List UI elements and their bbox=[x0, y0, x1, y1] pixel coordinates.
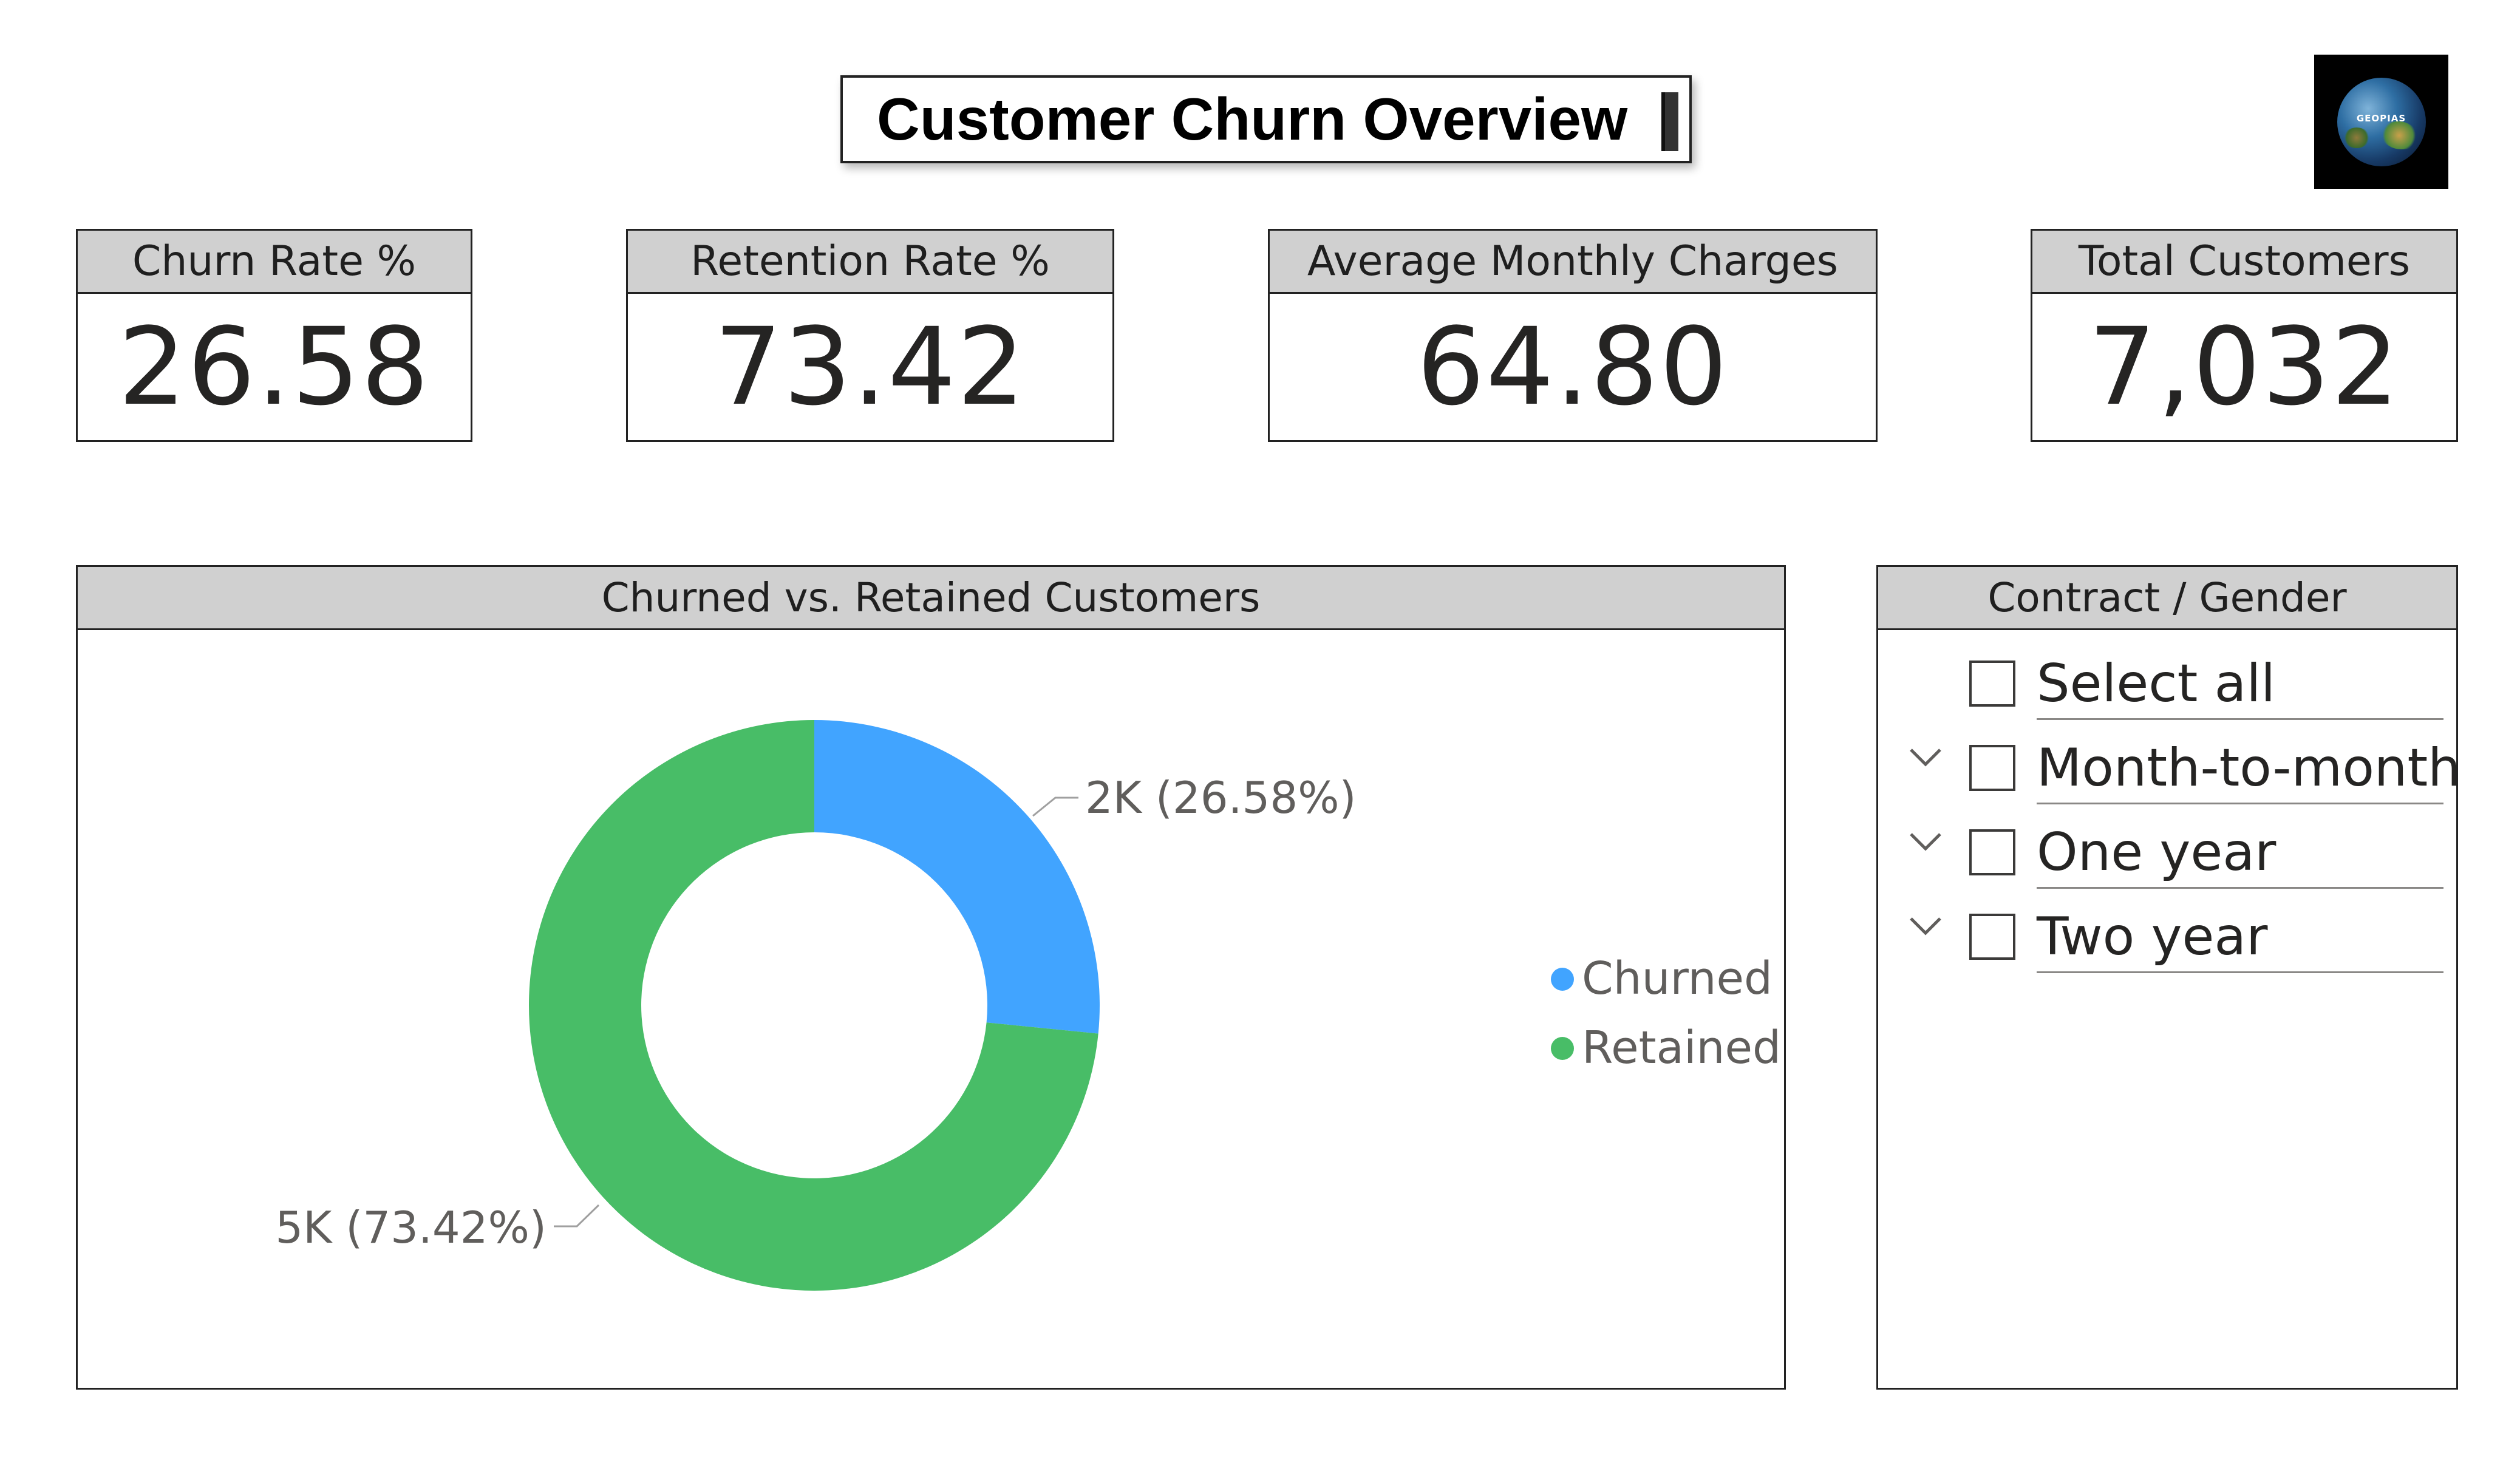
data-label-churned: 2K (26.58%) bbox=[1085, 772, 1357, 823]
slicer-title: Contract / Gender bbox=[1878, 567, 2456, 630]
globe-logo: GEOPIAS bbox=[2314, 55, 2448, 189]
chevron-down-icon[interactable] bbox=[1907, 914, 1944, 938]
slicer-item-label: Two year bbox=[2037, 906, 2268, 967]
legend-item-churned[interactable]: Churned bbox=[1582, 953, 1773, 1005]
kpi-card-average-monthly-charges[interactable]: Average Monthly Charges 64.80 bbox=[1268, 229, 1878, 442]
checkbox[interactable] bbox=[1969, 914, 2015, 960]
contract-gender-slicer[interactable]: Contract / Gender Select all Month-to-mo… bbox=[1876, 565, 2461, 1390]
kpi-card-value: 64.80 bbox=[1417, 304, 1729, 429]
kpi-card-label: Churn Rate % bbox=[78, 231, 471, 294]
kpi-card-total-customers[interactable]: Total Customers 7,032 bbox=[2031, 229, 2458, 442]
divider bbox=[2037, 971, 2443, 973]
donut-chart: 2K (26.58%) 5K (73.42%) Churned Retained bbox=[275, 720, 1781, 1291]
report-title: Customer Churn Overview bbox=[877, 86, 1628, 152]
title-cursor bbox=[1661, 92, 1678, 151]
logo-text: GEOPIAS bbox=[2356, 113, 2406, 124]
kpi-card-churn-rate[interactable]: Churn Rate % 26.58 bbox=[76, 229, 472, 442]
kpi-card-retention-rate[interactable]: Retention Rate % 73.42 bbox=[626, 229, 1114, 442]
data-label-retained: 5K (73.42%) bbox=[275, 1202, 547, 1253]
slicer-item-two-year[interactable]: Two year bbox=[1878, 888, 2455, 973]
kpi-card-value: 26.58 bbox=[118, 304, 431, 429]
data-label-leader-retained bbox=[554, 1204, 600, 1228]
kpi-card-value: 7,032 bbox=[2088, 304, 2400, 429]
slicer-item-month-to-month[interactable]: Month-to-month bbox=[1878, 719, 2461, 804]
kpi-card-label: Retention Rate % bbox=[628, 231, 1112, 294]
kpi-card-label: Total Customers bbox=[2032, 231, 2456, 294]
kpi-card-value: 73.42 bbox=[714, 304, 1026, 429]
report-title-box: Customer Churn Overview bbox=[840, 75, 1692, 163]
legend-marker-churned bbox=[1551, 968, 1574, 991]
checkbox[interactable] bbox=[1969, 829, 2015, 875]
slicer-item-label: Select all bbox=[2037, 653, 2276, 714]
kpi-card-label: Average Monthly Charges bbox=[1270, 231, 1876, 294]
legend-item-retained[interactable]: Retained bbox=[1582, 1022, 1781, 1074]
checkbox[interactable] bbox=[1969, 661, 2015, 707]
chevron-down-icon[interactable] bbox=[1907, 829, 1944, 854]
slicer-item-select-all[interactable]: Select all bbox=[1878, 635, 2455, 720]
checkbox[interactable] bbox=[1969, 745, 2015, 791]
data-label-leader-churned bbox=[1032, 796, 1078, 817]
legend-marker-retained bbox=[1551, 1037, 1574, 1060]
chevron-down-icon[interactable] bbox=[1907, 745, 1944, 769]
slicer-item-label: One year bbox=[2037, 822, 2277, 883]
slicer-item-one-year[interactable]: One year bbox=[1878, 804, 2455, 889]
donut-chart-panel[interactable]: Churned vs. Retained Customers 2K (26.58… bbox=[76, 565, 1786, 1390]
donut-slice-churned[interactable] bbox=[814, 720, 1100, 1034]
slicer-item-label: Month-to-month bbox=[2037, 738, 2461, 798]
